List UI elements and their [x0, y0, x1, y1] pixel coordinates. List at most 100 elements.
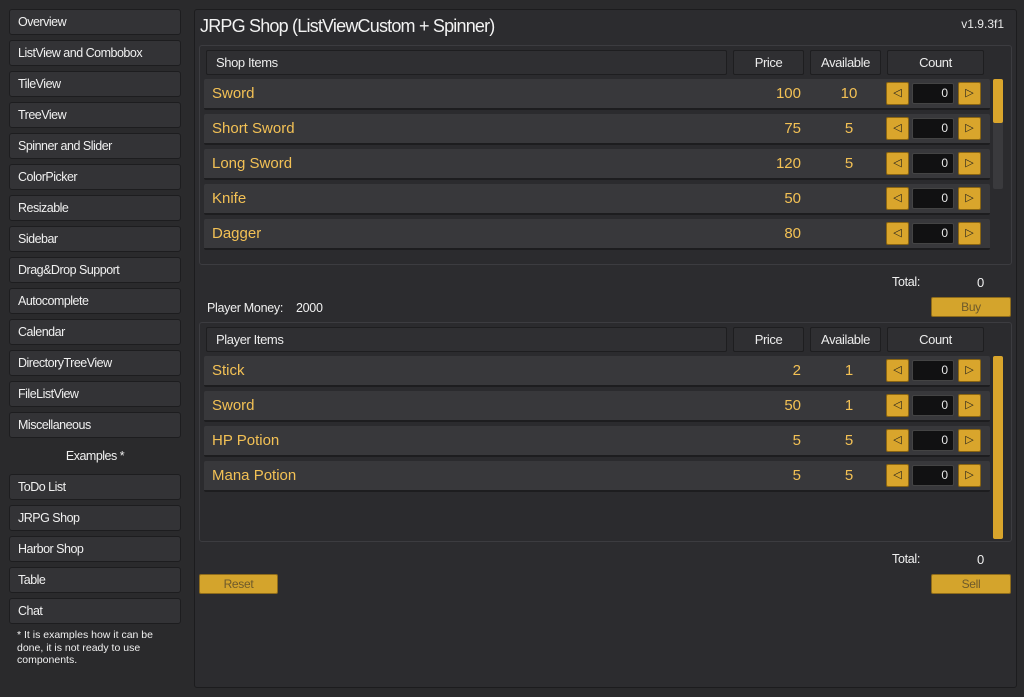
player-item-name: Sword — [212, 397, 255, 414]
player-row[interactable]: HP Potion 5 5 ◁ 0 ▷ — [204, 426, 990, 457]
count-spinner-input[interactable]: 0 — [912, 83, 954, 104]
triangle-left-icon: ◁ — [893, 227, 902, 239]
player-row[interactable]: Stick 2 1 ◁ 0 ▷ — [204, 356, 990, 387]
sidebar-item-jrpg-shop[interactable]: JRPG Shop — [9, 505, 181, 531]
player-header-price[interactable]: Price — [733, 327, 804, 352]
triangle-right-icon: ▷ — [965, 434, 974, 446]
sidebar-item-spinner-and-slider[interactable]: Spinner and Slider — [9, 133, 181, 159]
sidebar-item-harbor-shop[interactable]: Harbor Shop — [9, 536, 181, 562]
sidebar-item-treeview[interactable]: TreeView — [9, 102, 181, 128]
sidebar-item-tileview[interactable]: TileView — [9, 71, 181, 97]
sidebar-item-chat[interactable]: Chat — [9, 598, 181, 624]
reset-button[interactable]: Reset — [199, 574, 278, 594]
increment-button[interactable]: ▷ — [958, 152, 981, 175]
sidebar-item-resizable[interactable]: Resizable — [9, 195, 181, 221]
sidebar-item-colorpicker[interactable]: ColorPicker — [9, 164, 181, 190]
decrement-button[interactable]: ◁ — [886, 429, 909, 452]
shop-header-count[interactable]: Count — [887, 50, 984, 75]
shop-row[interactable]: Sword 100 10 ◁ 0 ▷ — [204, 79, 990, 110]
increment-button[interactable]: ▷ — [958, 222, 981, 245]
triangle-left-icon: ◁ — [893, 122, 902, 134]
sidebar-item-drag-drop-support[interactable]: Drag&Drop Support — [9, 257, 181, 283]
player-header-count[interactable]: Count — [887, 327, 984, 352]
shop-row[interactable]: Dagger 80 ◁ 0 ▷ — [204, 219, 990, 250]
shop-row[interactable]: Long Sword 120 5 ◁ 0 ▷ — [204, 149, 990, 180]
player-scrollbar-thumb[interactable] — [993, 356, 1003, 539]
count-spinner-input[interactable]: 0 — [912, 118, 954, 139]
sidebar-item-table[interactable]: Table — [9, 567, 181, 593]
decrement-button[interactable]: ◁ — [886, 464, 909, 487]
page-title: JRPG Shop (ListViewCustom + Spinner) — [200, 16, 495, 36]
triangle-left-icon: ◁ — [893, 157, 902, 169]
decrement-button[interactable]: ◁ — [886, 359, 909, 382]
player-scrollbar[interactable] — [993, 356, 1003, 539]
player-row[interactable]: Mana Potion 5 5 ◁ 0 ▷ — [204, 461, 990, 492]
count-spinner-input[interactable]: 0 — [912, 223, 954, 244]
player-row[interactable]: Sword 50 1 ◁ 0 ▷ — [204, 391, 990, 422]
shop-item-available: 10 — [840, 85, 858, 102]
sidebar-item-directorytreeview[interactable]: DirectoryTreeView — [9, 350, 181, 376]
triangle-right-icon: ▷ — [965, 87, 974, 99]
player-item-price: 50 — [784, 397, 801, 414]
player-header-name[interactable]: Player Items — [206, 327, 727, 352]
decrement-button[interactable]: ◁ — [886, 394, 909, 417]
decrement-button[interactable]: ◁ — [886, 82, 909, 105]
shop-item-name: Sword — [212, 85, 255, 102]
increment-button[interactable]: ▷ — [958, 429, 981, 452]
increment-button[interactable]: ▷ — [958, 359, 981, 382]
triangle-right-icon: ▷ — [965, 157, 974, 169]
count-spinner-input[interactable]: 0 — [912, 153, 954, 174]
main-panel: JRPG Shop (ListViewCustom + Spinner) v1.… — [194, 9, 1017, 688]
increment-button[interactable]: ▷ — [958, 464, 981, 487]
shop-row[interactable]: Short Sword 75 5 ◁ 0 ▷ — [204, 114, 990, 145]
triangle-left-icon: ◁ — [893, 469, 902, 481]
player-item-available: 5 — [844, 467, 854, 484]
sidebar: Overview ListView and Combobox TileView Tre… — [9, 9, 181, 667]
triangle-left-icon: ◁ — [893, 364, 902, 376]
triangle-right-icon: ▷ — [965, 227, 974, 239]
shop-row[interactable]: Knife 50 ◁ 0 ▷ — [204, 184, 990, 215]
sidebar-item-filelistview[interactable]: FileListView — [9, 381, 181, 407]
increment-button[interactable]: ▷ — [958, 394, 981, 417]
shop-item-price: 75 — [784, 120, 801, 137]
count-spinner-input[interactable]: 0 — [912, 395, 954, 416]
count-spinner-input[interactable]: 0 — [912, 430, 954, 451]
sidebar-item-miscellaneous[interactable]: Miscellaneous — [9, 412, 181, 438]
increment-button[interactable]: ▷ — [958, 117, 981, 140]
player-header-available[interactable]: Available — [810, 327, 881, 352]
player-total-value: 0 — [977, 552, 984, 567]
decrement-button[interactable]: ◁ — [886, 222, 909, 245]
shop-items-list: Shop Items Price Available Count Sword 10… — [199, 45, 1012, 265]
buy-button[interactable]: Buy — [931, 297, 1011, 317]
decrement-button[interactable]: ◁ — [886, 152, 909, 175]
triangle-left-icon: ◁ — [893, 399, 902, 411]
player-money-label: Player Money: — [207, 301, 283, 315]
sidebar-item-overview[interactable]: Overview — [9, 9, 181, 35]
sell-button[interactable]: Sell — [931, 574, 1011, 594]
shop-item-price: 80 — [784, 225, 801, 242]
sidebar-item-calendar[interactable]: Calendar — [9, 319, 181, 345]
footnote: * It is examples how it can be done, it … — [17, 629, 153, 666]
player-item-price: 5 — [792, 467, 801, 484]
sidebar-item-autocomplete[interactable]: Autocomplete — [9, 288, 181, 314]
decrement-button[interactable]: ◁ — [886, 117, 909, 140]
sidebar-item-listview-and-combobox[interactable]: ListView and Combobox — [9, 40, 181, 66]
shop-item-name: Short Sword — [212, 120, 295, 137]
increment-button[interactable]: ▷ — [958, 187, 981, 210]
shop-total-value: 0 — [977, 275, 984, 290]
shop-scrollbar-thumb[interactable] — [993, 79, 1003, 123]
player-item-available: 1 — [844, 362, 854, 379]
count-spinner-input[interactable]: 0 — [912, 360, 954, 381]
sidebar-item-sidebar[interactable]: Sidebar — [9, 226, 181, 252]
shop-header-name[interactable]: Shop Items — [206, 50, 727, 75]
shop-header-price[interactable]: Price — [733, 50, 804, 75]
decrement-button[interactable]: ◁ — [886, 187, 909, 210]
player-item-price: 5 — [792, 432, 801, 449]
increment-button[interactable]: ▷ — [958, 82, 981, 105]
count-spinner-input[interactable]: 0 — [912, 465, 954, 486]
shop-header-available[interactable]: Available — [810, 50, 881, 75]
sidebar-item-todo-list[interactable]: ToDo List — [9, 474, 181, 500]
count-spinner-input[interactable]: 0 — [912, 188, 954, 209]
triangle-right-icon: ▷ — [965, 122, 974, 134]
shop-scrollbar[interactable] — [993, 79, 1003, 189]
